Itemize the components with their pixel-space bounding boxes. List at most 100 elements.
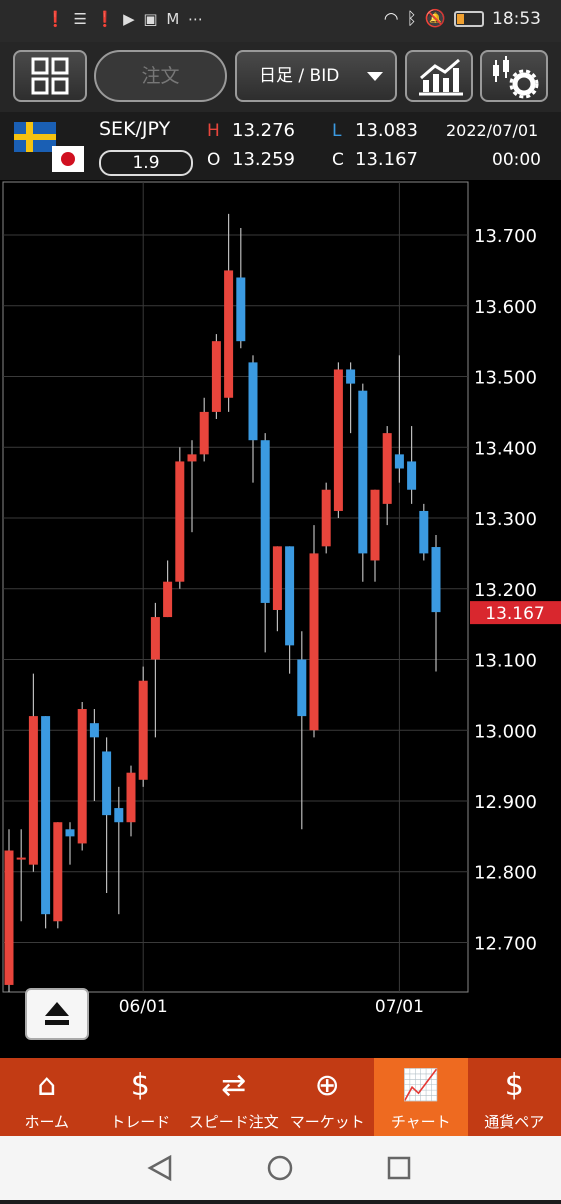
indicator-button[interactable] [405,50,473,102]
chart-indicator-icon [407,52,471,100]
nav-label: チャート [374,1111,468,1132]
candle-up [175,461,184,581]
y-tick-label: 13.400 [474,438,537,459]
candle-up [224,270,233,397]
candle-down [66,829,75,836]
spread-badge: 1.9 [99,150,193,176]
nav-item[interactable]: ⌂ ホーム [0,1058,94,1136]
recents-icon[interactable] [389,1158,409,1178]
y-tick-label: 13.000 [474,721,537,742]
high-label: H [207,121,220,141]
current-price-label: 13.167 [485,604,544,624]
close-label: C [332,150,344,170]
order-button[interactable]: 注文 [94,50,227,102]
candle-down [419,511,428,553]
chart-settings-button[interactable] [480,50,548,102]
high-value: 13.276 [232,120,295,141]
candle-up [5,851,14,985]
candle-down [285,546,294,645]
price-chart[interactable]: 13.700 13.600 13.500 13.400 13.300 13.200 13.1… [0,180,561,1058]
back-icon[interactable] [150,1157,170,1179]
candle-up [78,709,87,843]
menu-grid-button[interactable] [13,50,87,102]
timeframe-dropdown[interactable]: 日足 / BID [235,50,397,102]
chevron-down-icon [367,72,383,81]
y-tick-label: 13.700 [474,226,537,247]
mute-icon: 🔕 [425,9,446,29]
candle-down [358,391,367,554]
grid-icon [15,52,85,100]
instrument-symbol[interactable]: SEK/JPY [99,118,170,140]
bottom-navigation: ⌂ホーム$トレード⇄スピード注文⊕マーケット📈チャート$通貨ペア [0,1058,561,1136]
notification-icons: ❗ ☰ ❗ ▶ ▣ M ⋯ [46,10,205,28]
x-tick-label: 07/01 [375,997,424,1017]
y-tick-label: 13.500 [474,368,537,389]
candle-down [261,440,270,603]
y-tick-label: 13.100 [474,651,537,672]
y-tick-label: 12.800 [474,863,537,884]
collapse-panel-button[interactable] [25,988,89,1040]
globe-icon: ⊕ [281,1066,375,1106]
toolbar: 注文 日足 / BID [0,42,561,112]
nav-item[interactable]: 📈チャート [374,1058,468,1136]
candle-up [273,546,282,610]
candle-down [432,547,441,612]
currency-pair-icon: $ [468,1066,561,1106]
nav-label: スピード注文 [187,1111,281,1132]
candle-up [200,412,209,454]
system-navigation-bar [0,1136,561,1200]
plot-frame [3,182,468,992]
nav-item[interactable]: ⇄ スピード注文 [187,1058,281,1136]
speed-order-icon: ⇄ [187,1066,281,1106]
candle-down [249,362,258,440]
candle-down [41,716,50,914]
timeframe-label: 日足 / BID [259,66,339,86]
nav-item[interactable]: ⊕ マーケット [281,1058,375,1136]
candle-up [322,490,331,547]
candlestick-chart[interactable]: 13.700 13.600 13.500 13.400 13.300 13.200 13.1… [0,180,561,1058]
candle-up [163,582,172,617]
candle-up [17,858,26,860]
bar-date: 2022/07/01 [446,121,538,140]
candle-up [334,369,343,510]
battery-icon [454,11,484,27]
nav-label: トレード [94,1111,188,1132]
trade-icon: $ [94,1066,188,1106]
currency-flags-icon [14,122,86,180]
bluetooth-icon: ᛒ [407,9,417,29]
close-value: 13.167 [355,149,418,170]
candle-up [310,553,319,730]
nav-label: 通貨ペア [468,1111,561,1132]
candle-up [127,773,136,823]
candle-up [139,681,148,780]
candle-up [383,433,392,504]
eject-icon [27,990,87,1038]
candle-up [29,716,38,865]
home-icon: ⌂ [0,1066,94,1106]
clock: 18:53 [492,9,541,29]
headphones-icon: ◠ [384,9,399,29]
open-value: 13.259 [232,149,295,170]
nav-label: マーケット [281,1111,375,1132]
home-circle-icon[interactable] [269,1157,291,1179]
bar-time: 00:00 [492,150,541,170]
y-tick-label: 13.600 [474,297,537,318]
candle-up [188,454,197,461]
open-label: O [207,150,220,170]
status-bar: ❗ ☰ ❗ ▶ ▣ M ⋯ ◠ ᛒ 🔕 18:53 [0,0,561,42]
low-value: 13.083 [355,120,418,141]
candle-down [407,461,416,489]
nav-label: ホーム [0,1111,94,1132]
nav-item[interactable]: $ トレード [94,1058,188,1136]
candle-down [90,723,99,737]
candle-down [102,751,111,815]
nav-item[interactable]: $ 通貨ペア [468,1058,561,1136]
candle-up [151,617,160,659]
y-tick-label: 13.200 [474,580,537,601]
x-tick-label: 06/01 [119,997,168,1017]
settings-gear-icon [482,52,546,100]
candle-up [212,341,221,412]
y-tick-label: 13.300 [474,509,537,530]
candle-down [346,369,355,383]
candle-up [371,490,380,561]
